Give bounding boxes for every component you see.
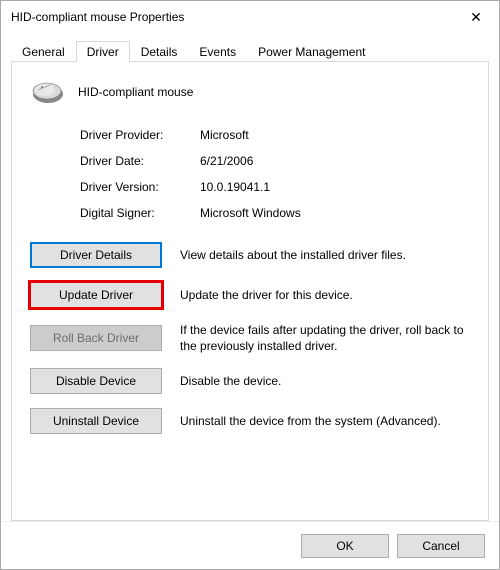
action-row-update-driver: Update Driver Update the driver for this… — [30, 282, 470, 308]
mouse-icon — [30, 78, 66, 106]
action-row-uninstall: Uninstall Device Uninstall the device fr… — [30, 408, 470, 434]
driver-date-label: Driver Date: — [80, 154, 200, 168]
info-row-date: Driver Date: 6/21/2006 — [80, 154, 470, 168]
digital-signer-value: Microsoft Windows — [200, 206, 301, 220]
close-button[interactable]: ✕ — [453, 1, 499, 33]
driver-date-value: 6/21/2006 — [200, 154, 253, 168]
tab-power-management[interactable]: Power Management — [247, 41, 376, 62]
tab-events[interactable]: Events — [188, 41, 247, 62]
device-header: HID-compliant mouse — [30, 78, 470, 106]
update-driver-desc: Update the driver for this device. — [180, 287, 470, 303]
disable-device-button[interactable]: Disable Device — [30, 368, 162, 394]
driver-version-label: Driver Version: — [80, 180, 200, 194]
action-row-disable: Disable Device Disable the device. — [30, 368, 470, 394]
titlebar: HID-compliant mouse Properties ✕ — [1, 1, 499, 33]
info-row-version: Driver Version: 10.0.19041.1 — [80, 180, 470, 194]
tab-strip: General Driver Details Events Power Mana… — [11, 39, 489, 61]
driver-details-button[interactable]: Driver Details — [30, 242, 162, 268]
properties-window: HID-compliant mouse Properties ✕ General… — [0, 0, 500, 570]
tab-general[interactable]: General — [11, 41, 76, 62]
driver-provider-label: Driver Provider: — [80, 128, 200, 142]
uninstall-device-desc: Uninstall the device from the system (Ad… — [180, 413, 470, 429]
driver-version-value: 10.0.19041.1 — [200, 180, 270, 194]
window-title: HID-compliant mouse Properties — [11, 10, 184, 24]
dialog-footer: OK Cancel — [1, 521, 499, 569]
action-row-roll-back: Roll Back Driver If the device fails aft… — [30, 322, 470, 354]
uninstall-device-button[interactable]: Uninstall Device — [30, 408, 162, 434]
tab-driver[interactable]: Driver — [76, 41, 130, 62]
driver-panel: HID-compliant mouse Driver Provider: Mic… — [11, 61, 489, 521]
driver-info-grid: Driver Provider: Microsoft Driver Date: … — [80, 128, 470, 220]
update-driver-button[interactable]: Update Driver — [30, 282, 162, 308]
tab-details[interactable]: Details — [130, 41, 189, 62]
info-row-provider: Driver Provider: Microsoft — [80, 128, 470, 142]
disable-device-desc: Disable the device. — [180, 373, 470, 389]
roll-back-driver-desc: If the device fails after updating the d… — [180, 322, 470, 354]
roll-back-driver-button: Roll Back Driver — [30, 325, 162, 351]
device-name: HID-compliant mouse — [78, 85, 193, 99]
driver-provider-value: Microsoft — [200, 128, 249, 142]
content-area: General Driver Details Events Power Mana… — [1, 33, 499, 521]
ok-button[interactable]: OK — [301, 534, 389, 558]
digital-signer-label: Digital Signer: — [80, 206, 200, 220]
action-row-driver-details: Driver Details View details about the in… — [30, 242, 470, 268]
cancel-button[interactable]: Cancel — [397, 534, 485, 558]
close-icon: ✕ — [470, 9, 482, 26]
info-row-signer: Digital Signer: Microsoft Windows — [80, 206, 470, 220]
driver-details-desc: View details about the installed driver … — [180, 247, 470, 263]
